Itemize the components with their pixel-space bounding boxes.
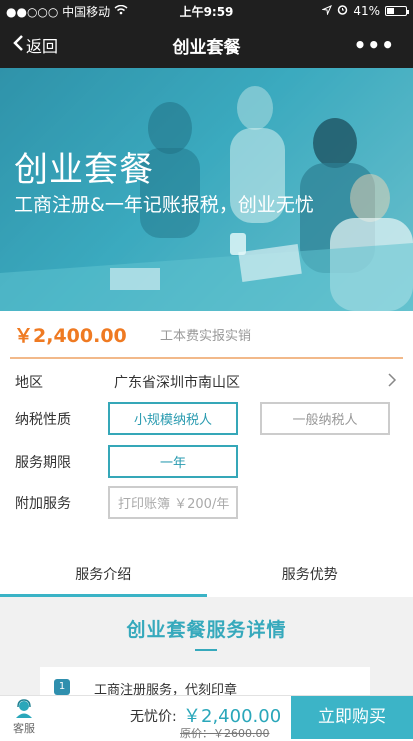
buy-now-button[interactable]: 立即购买 [291,696,413,739]
detail-divider [195,649,217,651]
region-row[interactable]: 地区 广东省深圳市南山区 [0,368,413,396]
option-one-year[interactable]: 一年 [108,445,238,478]
tax-type-label: 纳税性质 [15,409,71,429]
bottom-bar: 客服 无忧价: ￥2,400.00 原价：￥2600.00 立即购买 [0,695,413,738]
option-small-scale-taxpayer[interactable]: 小规模纳税人 [108,402,238,435]
price-row: ￥2,400.00 工本费实报实销 [10,311,403,359]
addon-label: 附加服务 [15,493,71,513]
battery-percent: 41% [353,4,380,18]
service-term-row: 服务期限 一年 [0,445,413,478]
detail-title: 创业套餐服务详情 [0,615,413,642]
worry-free-price-label: 无忧价: [130,706,177,726]
addon-row: 附加服务 打印账簿 ￥200/年 [0,486,413,519]
back-label: 返回 [26,33,58,57]
tab-service-intro[interactable]: 服务介绍 [0,557,207,597]
nav-bar: 返回 创业套餐 ••• [0,22,413,68]
battery-fill [387,8,394,14]
status-bar: ●●○○○ 中国移动 上午9:59 41% [0,0,413,22]
carrier-info: ●●○○○ 中国移动 [6,3,156,20]
battery-icon [385,6,407,16]
detail-item-number: 1 [54,679,70,695]
chevron-left-icon [12,34,24,56]
chevron-right-icon [387,372,397,393]
customer-service-label: 客服 [0,720,48,736]
status-right: 41% [257,4,407,18]
carrier-label: ●●○○○ 中国移动 [6,3,110,20]
detail-section: 创业套餐服务详情 1 工商注册服务，代刻印章 [0,597,413,695]
customer-service-button[interactable]: 客服 [0,696,48,739]
back-button[interactable]: 返回 [0,33,110,57]
page-title: 创业套餐 [110,33,303,58]
hero-subtitle: 工商注册&一年记账报税，创业无忧 [14,190,314,217]
service-term-label: 服务期限 [15,452,71,472]
alarm-icon [337,4,348,18]
addon-print-ledger-option[interactable]: 打印账簿 ￥200/年 [108,486,238,519]
hero-banner: 创业套餐 工商注册&一年记账报税，创业无忧 [0,68,413,311]
location-icon [322,4,332,18]
package-price: ￥2,400.00 [10,321,160,348]
price-note: 工本费实报实销 [160,325,251,344]
tab-bar: 服务介绍 服务优势 [0,557,413,597]
tax-type-row: 纳税性质 小规模纳税人 一般纳税人 [0,402,413,435]
status-time: 上午9:59 [156,3,257,20]
more-button[interactable]: ••• [303,33,413,57]
wifi-icon [114,4,128,18]
option-general-taxpayer[interactable]: 一般纳税人 [260,402,390,435]
hero-title: 创业套餐 [14,142,154,191]
tab-service-advantages[interactable]: 服务优势 [207,557,413,597]
region-value: 广东省深圳市南山区 [114,372,240,392]
region-label: 地区 [15,372,43,392]
original-price: 原价：￥2600.00 [180,725,270,741]
